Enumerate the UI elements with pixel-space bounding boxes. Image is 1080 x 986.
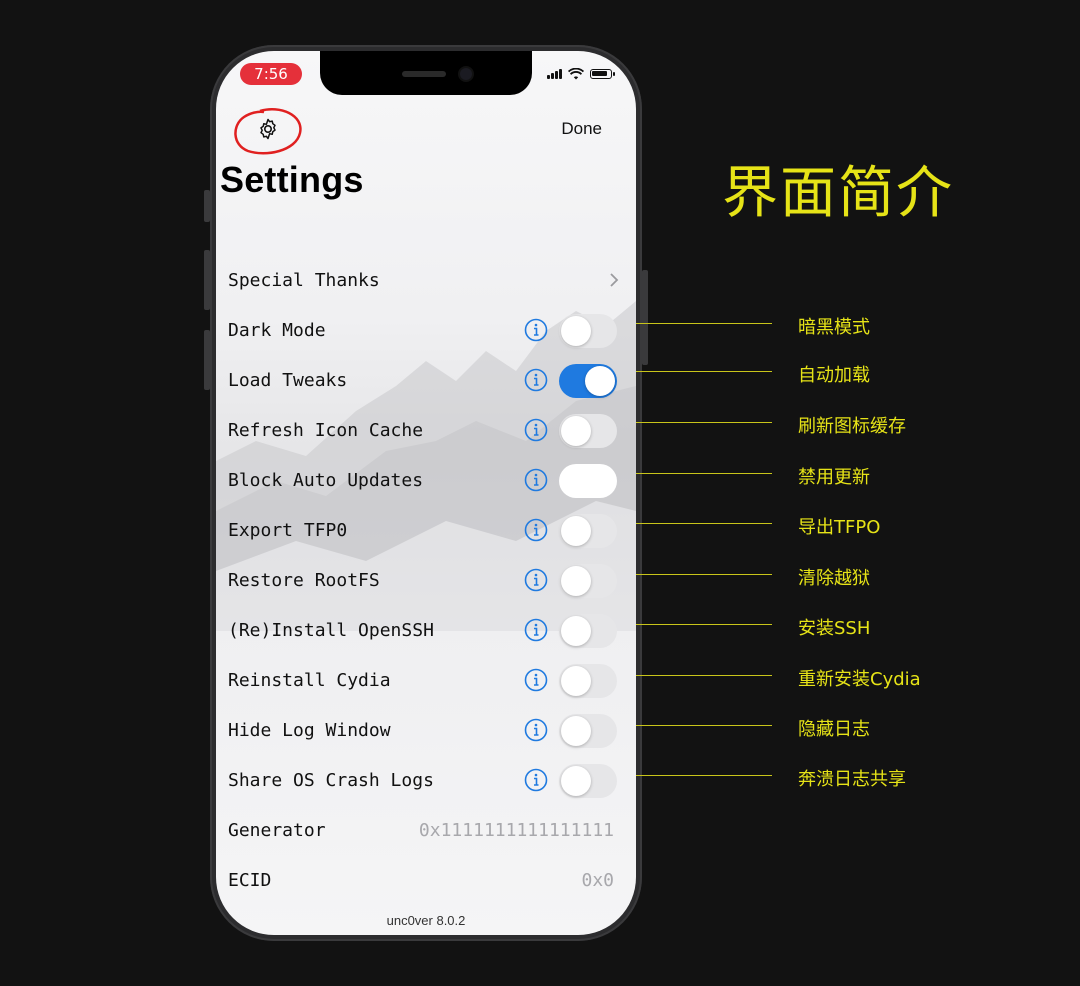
battery-icon [590,69,615,79]
row-dark-mode: Dark Mode [228,305,624,355]
status-time: 7:56 [240,63,302,85]
cellular-signal-icon [547,69,562,79]
toggle-restore-rootfs[interactable] [559,564,617,598]
annotation-label: 奔溃日志共享 [798,769,906,790]
leader-line [636,473,772,474]
row-label: Refresh Icon Cache [228,419,424,441]
done-button[interactable]: Done [561,119,602,139]
wifi-icon [568,68,584,80]
annotation-title: 界面简介 [722,161,954,226]
phone-frame: 7:56 Done Settings Special Thanks Dark M… [204,45,648,941]
row-ecid: ECID 0x0 [228,855,624,905]
annotation-label: 隐藏日志 [798,719,870,740]
row-label: Share OS Crash Logs [228,769,434,791]
chevron-right-icon [610,273,619,287]
annotation-label: 安装SSH [798,618,871,639]
info-icon[interactable] [524,468,548,492]
front-camera [460,68,472,80]
annotation-label: 自动加载 [798,365,870,386]
leader-line [636,422,772,423]
info-icon[interactable] [524,418,548,442]
toggle-reinstall-cydia[interactable] [559,664,617,698]
row-label: ECID [228,869,272,891]
row-reinstall-cydia: Reinstall Cydia [228,655,624,705]
leader-line [636,775,772,776]
row-share-os-crash-logs: Share OS Crash Logs [228,755,624,805]
row-load-tweaks: Load Tweaks [228,355,624,405]
row-label: Hide Log Window [228,719,391,741]
row-label: Reinstall Cydia [228,669,391,691]
annotation-label: 导出TFPO [798,517,881,538]
annotation-label: 清除越狱 [798,568,870,589]
row-label: Export TFP0 [228,519,348,541]
toggle-hide-log-window[interactable] [559,714,617,748]
info-icon[interactable] [524,768,548,792]
gear-icon [260,118,276,140]
row-reinstall-openssh: (Re)Install OpenSSH [228,605,624,655]
leader-line [636,323,772,324]
side-button-volume-down [204,330,210,390]
info-icon[interactable] [524,568,548,592]
generator-value: 0x1111111111111111 [418,819,614,841]
row-export-tfp0: Export TFP0 [228,505,624,555]
toggle-load-tweaks[interactable] [559,364,617,398]
row-restore-rootfs: Restore RootFS [228,555,624,605]
settings-button[interactable] [230,107,304,155]
row-label: Load Tweaks [228,369,348,391]
toggle-block-auto-updates[interactable] [559,464,617,498]
toggle-reinstall-openssh[interactable] [559,614,617,648]
row-generator: Generator 0x1111111111111111 [228,805,624,855]
leader-line [636,675,772,676]
row-label: Special Thanks [228,269,380,291]
row-special-thanks[interactable]: Special Thanks [228,255,624,305]
side-button-volume-up [204,250,210,310]
notch [320,51,532,95]
toggle-refresh-icon-cache[interactable] [559,414,617,448]
leader-line [636,624,772,625]
row-label: Restore RootFS [228,569,380,591]
annotation-label: 暗黑模式 [798,317,870,338]
info-icon[interactable] [524,718,548,742]
info-icon[interactable] [524,518,548,542]
toggle-dark-mode[interactable] [559,314,617,348]
row-hide-log-window: Hide Log Window [228,705,624,755]
leader-line [636,725,772,726]
annotation-label: 重新安装Cydia [798,669,921,690]
page-title: Settings [220,159,364,200]
ecid-value: 0x0 [581,869,614,891]
row-refresh-icon-cache: Refresh Icon Cache [228,405,624,455]
row-label: (Re)Install OpenSSH [228,619,434,641]
info-icon[interactable] [524,668,548,692]
info-icon[interactable] [524,318,548,342]
annotation-label: 刷新图标缓存 [798,416,906,437]
side-button-power [642,270,648,365]
row-label: Dark Mode [228,319,326,341]
info-icon[interactable] [524,618,548,642]
toggle-share-os-crash-logs[interactable] [559,764,617,798]
side-button-silent [204,190,210,222]
version-label: unc0ver 8.0.2 [386,913,466,928]
leader-line [636,574,772,575]
row-label: Block Auto Updates [228,469,424,491]
row-block-auto-updates: Block Auto Updates [228,455,624,505]
screen: 7:56 Done Settings Special Thanks Dark M… [216,51,636,935]
status-icons [547,67,615,81]
annotation-label: 禁用更新 [798,467,870,488]
leader-line [636,523,772,524]
leader-line [636,371,772,372]
toggle-export-tfp0[interactable] [559,514,617,548]
row-label: Generator [228,819,326,841]
speaker-grille [402,71,446,77]
info-icon[interactable] [524,368,548,392]
